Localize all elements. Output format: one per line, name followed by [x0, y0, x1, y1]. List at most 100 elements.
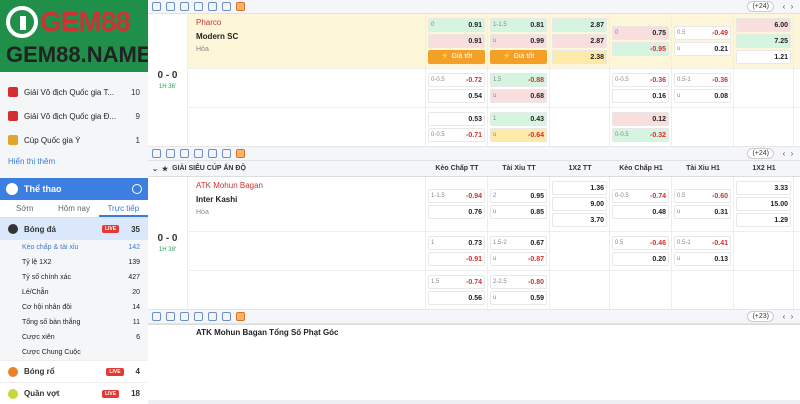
odds-cell[interactable]: 0.12 [612, 112, 669, 126]
odds-cell[interactable]: 0-0.5 -0.74 [612, 189, 669, 203]
tv-icon[interactable] [152, 149, 161, 158]
odds-cell[interactable]: 0 0.75 [612, 26, 669, 40]
odds-cell[interactable]: 3.33 [736, 181, 791, 195]
odds-cell[interactable]: 2.87 [552, 18, 607, 32]
stats-icon[interactable] [166, 149, 175, 158]
more-markets-button[interactable]: (+23) [747, 311, 774, 322]
odds-cell[interactable]: 1.5 -0.74 [428, 275, 485, 289]
odds-cell[interactable]: u 0.85 [490, 205, 547, 219]
view-icon[interactable] [180, 312, 189, 321]
odds-cell[interactable]: 2-2.5 -0.80 [490, 275, 547, 289]
sub-outright[interactable]: Cược Chung Cuộc [0, 345, 148, 360]
odds-cell[interactable]: -0.91 [428, 252, 485, 266]
sub-parlay[interactable]: Cược xiên 6 [0, 330, 148, 345]
stats-icon[interactable] [166, 312, 175, 321]
sub-double-chance[interactable]: Cơ hội nhân đôi 14 [0, 300, 148, 315]
odds-cell[interactable]: 0.91 [428, 34, 485, 48]
odds-cell[interactable]: 0.5 -0.60 [674, 189, 731, 203]
best-price-badge[interactable]: ⚡ Giá tốt [490, 50, 547, 64]
chevron-left-icon[interactable]: ‹ [780, 2, 788, 11]
odds-cell[interactable]: 1-1.5 -0.94 [428, 189, 485, 203]
grid-icon[interactable] [208, 149, 217, 158]
odds-cell[interactable]: 1.21 [736, 50, 791, 64]
sidebar-league-3[interactable]: Cúp Quốc gia Ý1 [0, 128, 148, 152]
odds-cell[interactable]: 9.00 [552, 197, 607, 211]
stats-icon[interactable] [166, 2, 175, 11]
fire-icon[interactable] [236, 149, 245, 158]
odds-cell[interactable]: 2.87 [552, 34, 607, 48]
odds-cell[interactable]: 0-0.5 -0.36 [612, 73, 669, 87]
next-match-title[interactable]: ATK Mohun Bagan Tổng Số Phạt Góc [148, 324, 800, 340]
odds-cell[interactable]: 3.70 [552, 213, 607, 227]
more-markets-button[interactable]: (+24) [747, 148, 774, 159]
odds-cell[interactable]: u 0.68 [490, 89, 547, 103]
odds-cell[interactable]: 1-1.5 0.81 [490, 18, 547, 32]
fire-icon[interactable] [236, 2, 245, 11]
odds-cell[interactable]: u 0.13 [674, 252, 731, 266]
odds-cell[interactable]: 0.56 [428, 291, 485, 305]
odds-cell[interactable]: 15.00 [736, 197, 791, 211]
odds-cell[interactable]: 0.54 [428, 89, 485, 103]
more-markets-button[interactable]: (+24) [747, 1, 774, 12]
odds-cell[interactable]: 0.53 [428, 112, 485, 126]
show-more-link[interactable]: Hiển thị thêm [0, 152, 148, 172]
chevron-left-icon[interactable]: ‹ [780, 149, 788, 158]
odds-cell[interactable]: 6.00 [736, 18, 791, 32]
odds-cell[interactable]: 2 0.95 [490, 189, 547, 203]
table-icon[interactable] [222, 312, 231, 321]
odds-cell[interactable]: 1.5 -0.88 [490, 73, 547, 87]
odds-cell[interactable]: u 0.99 [490, 34, 547, 48]
odds-cell[interactable]: 1.36 [552, 181, 607, 195]
odds-cell[interactable]: 1.29 [736, 213, 791, 227]
tv-icon[interactable] [152, 2, 161, 11]
grid-icon[interactable] [208, 2, 217, 11]
odds-cell[interactable]: 0-0.5 -0.72 [428, 73, 485, 87]
odds-cell[interactable]: 0.76 [428, 205, 485, 219]
odds-cell[interactable]: 0.5 -0.46 [612, 236, 669, 250]
odds-cell[interactable]: 0.16 [612, 89, 669, 103]
sidebar-league-2[interactable]: Giải Vô địch Quốc gia Đ... 9 [0, 104, 148, 128]
grid-icon[interactable] [208, 312, 217, 321]
sub-total-goals[interactable]: Tổng số bàn thắng 11 [0, 315, 148, 330]
sidebar-league-1[interactable]: Giải Vô địch Quốc gia T... 10 [0, 80, 148, 104]
table-icon[interactable] [222, 149, 231, 158]
chevron-right-icon[interactable]: › [788, 149, 796, 158]
odds-cell[interactable]: -0.95 [612, 42, 669, 56]
odds-cell[interactable]: u 0.59 [490, 291, 547, 305]
view-icon[interactable] [180, 149, 189, 158]
tv-icon[interactable] [152, 312, 161, 321]
odds-cell[interactable]: 1 0.43 [490, 112, 547, 126]
odds-cell[interactable]: 0.5-1 -0.41 [674, 236, 731, 250]
fire-icon[interactable] [236, 312, 245, 321]
odds-cell[interactable]: 0-0.5 -0.32 [612, 128, 669, 142]
sub-1x2[interactable]: Tỷ lệ 1X2 139 [0, 255, 148, 270]
odds-cell[interactable]: 2.38 [552, 50, 607, 64]
odds-cell[interactable]: 0.5 -0.49 [674, 26, 731, 40]
tab-today[interactable]: Hôm nay [49, 200, 98, 217]
chevron-right-icon[interactable]: › [788, 312, 796, 321]
odds-cell[interactable]: 0.48 [612, 205, 669, 219]
odds-cell[interactable]: u 0.08 [674, 89, 731, 103]
star-icon[interactable]: ★ [162, 165, 168, 173]
odds-cell[interactable]: 0-0.5 -0.71 [428, 128, 485, 142]
sport-tennis[interactable]: Quần vợt LIVE 18 [0, 382, 148, 404]
tab-early[interactable]: Sớm [0, 200, 49, 217]
sport-soccer[interactable]: Bóng đá LIVE 35 [0, 218, 148, 240]
chevron-left-icon[interactable]: ‹ [780, 312, 788, 321]
league-header[interactable]: ⌄ ★ GIẢI SIÊU CÚP ẤN ĐỘ Kèo Chấp TT Tài Xỉu… [148, 161, 800, 177]
gem88-logo[interactable]: GEM88 GEM88.NAME [0, 0, 170, 72]
chart-icon[interactable] [194, 2, 203, 11]
odds-cell[interactable]: 0.20 [612, 252, 669, 266]
collapse-icon[interactable] [132, 184, 142, 194]
sub-odd-even[interactable]: Lẻ/Chẵn 20 [0, 285, 148, 300]
sub-correct-score[interactable]: Tỷ số chính xác 427 [0, 270, 148, 285]
tab-live[interactable]: Trực tiếp [98, 200, 148, 217]
sub-handicap-ou[interactable]: Kèo chấp & tài xỉu 142 [0, 240, 148, 255]
odds-cell[interactable]: u -0.64 [490, 128, 547, 142]
view-icon[interactable] [180, 2, 189, 11]
odds-cell[interactable]: u -0.87 [490, 252, 547, 266]
odds-cell[interactable]: u 0.21 [674, 42, 731, 56]
sport-basketball[interactable]: Bóng rổ LIVE 4 [0, 360, 148, 382]
table-icon[interactable] [222, 2, 231, 11]
odds-cell[interactable]: 0.5-1 -0.36 [674, 73, 731, 87]
